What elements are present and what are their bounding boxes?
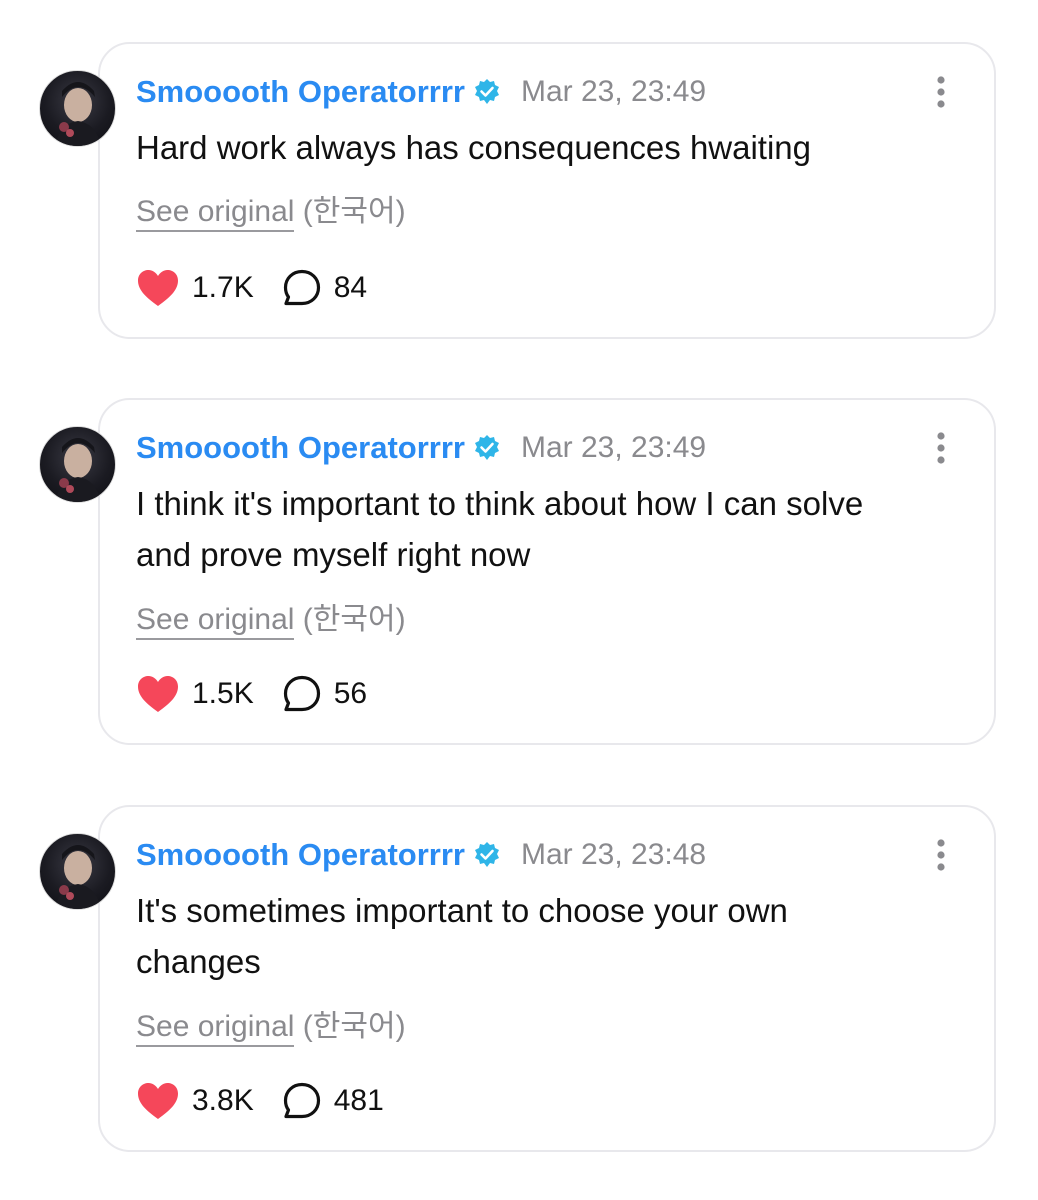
speech-bubble-icon[interactable] (282, 1081, 322, 1121)
avatar[interactable] (39, 426, 116, 503)
translation-row: See original (한국어) (136, 1001, 406, 1047)
language-label: (한국어) (302, 603, 406, 636)
translation-row: See original (한국어) (136, 186, 406, 232)
more-options-icon[interactable] (928, 72, 954, 112)
language-label: (한국어) (302, 195, 406, 228)
avatar[interactable] (39, 833, 116, 910)
post-stats: 1.7K 84 (136, 266, 367, 310)
verified-badge-icon (473, 78, 501, 106)
post-header: Smooooth Operatorrrr Mar 23, 23:48 (136, 835, 706, 875)
heart-icon[interactable] (136, 1081, 180, 1121)
comment-count: 56 (333, 677, 368, 710)
like-count: 1.7K (192, 271, 254, 304)
username-link[interactable]: Smooooth Operatorrrr (136, 430, 465, 466)
timestamp: Mar 23, 23:49 (520, 75, 707, 108)
speech-bubble-icon[interactable] (282, 268, 322, 308)
post-item: Smooooth Operatorrrr Mar 23, 23:48 It's … (0, 805, 1038, 1153)
like-count: 1.5K (192, 677, 254, 710)
verified-badge-icon (473, 841, 501, 869)
see-original-link[interactable]: See original (136, 603, 295, 640)
comment-count: 481 (333, 1084, 384, 1117)
username-link[interactable]: Smooooth Operatorrrr (136, 837, 465, 873)
post-text: I think it's important to think about ho… (136, 485, 864, 573)
see-original-link[interactable]: See original (136, 195, 295, 232)
post-header: Smooooth Operatorrrr Mar 23, 23:49 (136, 428, 706, 468)
see-original-link[interactable]: See original (136, 1010, 295, 1047)
post-item: Smooooth Operatorrrr Mar 23, 23:49 Hard … (0, 42, 1038, 340)
post-stats: 3.8K 481 (136, 1079, 384, 1123)
timestamp: Mar 23, 23:49 (520, 431, 707, 464)
verified-badge-icon (473, 434, 501, 462)
post-text: It's sometimes important to choose your … (136, 892, 788, 980)
timestamp: Mar 23, 23:48 (520, 838, 707, 871)
more-options-icon[interactable] (928, 835, 954, 875)
more-options-icon[interactable] (928, 428, 954, 468)
translation-row: See original (한국어) (136, 594, 406, 640)
heart-icon[interactable] (136, 268, 180, 308)
avatar[interactable] (39, 70, 116, 147)
username-link[interactable]: Smooooth Operatorrrr (136, 74, 465, 110)
heart-icon[interactable] (136, 674, 180, 714)
language-label: (한국어) (302, 1010, 406, 1043)
post-header: Smooooth Operatorrrr Mar 23, 23:49 (136, 72, 706, 112)
post-text: Hard work always has consequences hwaiti… (136, 129, 812, 166)
comment-count: 84 (333, 271, 368, 304)
like-count: 3.8K (192, 1084, 254, 1117)
speech-bubble-icon[interactable] (282, 674, 322, 714)
post-item: Smooooth Operatorrrr Mar 23, 23:49 I thi… (0, 398, 1038, 746)
post-stats: 1.5K 56 (136, 672, 367, 716)
